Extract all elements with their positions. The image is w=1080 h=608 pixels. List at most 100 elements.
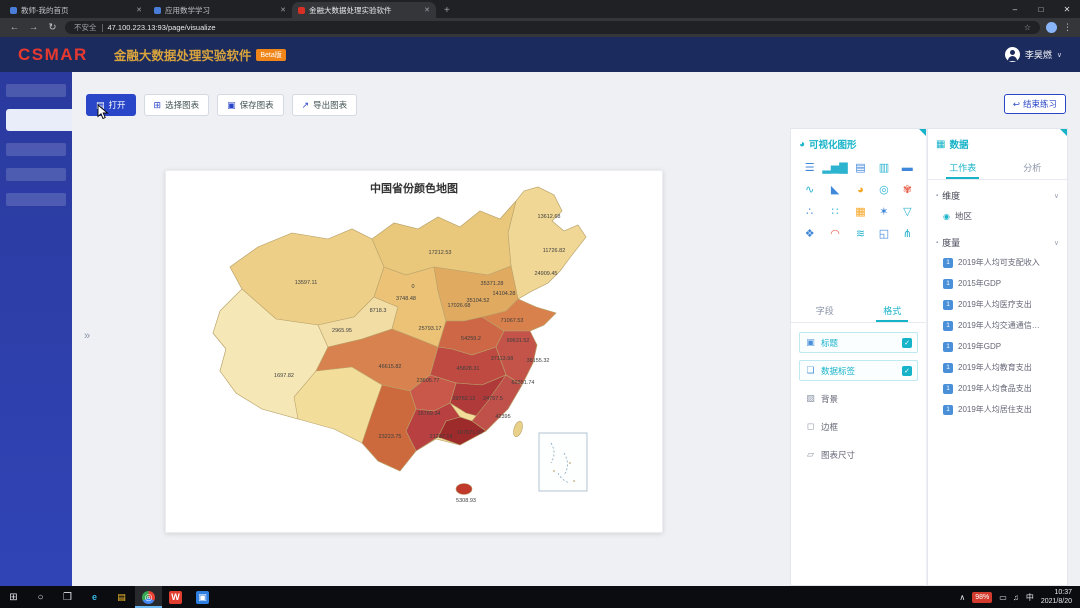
browser-menu-icon[interactable]: ⋮	[1063, 22, 1072, 33]
histogram[interactable]: ▥	[873, 160, 894, 175]
table[interactable]: ☰	[799, 160, 820, 175]
taskbar-clock[interactable]: 10:37 2021/8/20	[1041, 588, 1072, 607]
tab-close-icon[interactable]: ✕	[280, 6, 286, 14]
bookmark-star-icon[interactable]: ☆	[1024, 23, 1031, 32]
measure-section-header[interactable]: ▪ 度量 ∨	[928, 227, 1067, 252]
task-view-icon[interactable]: ❒	[54, 586, 81, 608]
sidebar-item[interactable]	[6, 193, 66, 206]
numeric-field-icon: 1	[943, 321, 953, 331]
browser-address-bar: ← → ↻ 不安全 47.100.223.13:93/page/visualiz…	[0, 18, 1080, 37]
measure-item[interactable]: 1 2019年人均食品支出	[928, 378, 1067, 399]
tab-close-icon[interactable]: ✕	[424, 6, 430, 14]
tray-icon[interactable]: ♫	[1013, 593, 1019, 602]
tray-icon[interactable]: ▭	[999, 593, 1007, 602]
sankey[interactable]: ⋔	[897, 226, 918, 241]
browser-tab[interactable]: 应用数学学习 ✕	[148, 2, 292, 18]
browser-tab[interactable]: 金融大数据处理实验软件 ✕	[292, 2, 436, 18]
viz-tab[interactable]: 格式	[859, 299, 927, 322]
bubble[interactable]: ∷	[822, 204, 847, 219]
url-field[interactable]: 不安全 47.100.223.13:93/page/visualize ☆	[65, 21, 1040, 34]
checkbox[interactable]: ✓	[902, 366, 912, 376]
stacked-bar[interactable]: ▤	[850, 160, 871, 175]
horizontal-bar[interactable]: ▬	[897, 160, 918, 175]
user-name: 李昊燃	[1025, 48, 1052, 61]
new-tab-button[interactable]: +	[444, 5, 450, 16]
sidebar-item-active[interactable]	[6, 109, 72, 131]
toolbar-button[interactable]: ⊞ 选择图表	[144, 94, 210, 116]
funnel[interactable]: ▽	[897, 204, 918, 219]
china-choropleth-map[interactable]	[166, 171, 664, 534]
chart-canvas[interactable]: 中国省份颜色地图	[165, 170, 663, 533]
format-option-row[interactable]: ▱ 图表尺寸	[799, 444, 918, 465]
search-icon[interactable]: ○	[27, 586, 54, 608]
map[interactable]: ❖	[799, 226, 820, 241]
format-option-row[interactable]: ◻ 边框	[799, 416, 918, 437]
app-icon: e	[88, 591, 101, 604]
tab-close-icon[interactable]: ✕	[136, 6, 142, 14]
docs[interactable]: ▣	[189, 586, 216, 608]
measure-item[interactable]: 1 2015年GDP	[928, 273, 1067, 294]
map-data-label: 45828.31	[457, 366, 480, 372]
checkbox[interactable]: ✓	[902, 338, 912, 348]
scatter[interactable]: ∴	[799, 204, 820, 219]
heatmap[interactable]: ▦	[850, 204, 871, 219]
chevron-down-icon[interactable]: ∨	[1054, 192, 1059, 200]
chevron-down-icon[interactable]: ∨	[1054, 239, 1059, 247]
data-tab[interactable]: 工作表	[928, 156, 998, 179]
donut[interactable]: ◎	[873, 182, 894, 197]
dimension-item[interactable]: ◉ 地区	[928, 205, 1067, 227]
edge[interactable]: e	[81, 586, 108, 608]
browser-profile-avatar[interactable]	[1046, 22, 1057, 33]
format-option-label: 背景	[821, 393, 838, 405]
finish-practice-button[interactable]: ↩ 结束练习	[1004, 94, 1066, 114]
toolbar-button[interactable]: ▤ 打开	[86, 94, 136, 116]
chrome[interactable]: ◎	[135, 586, 162, 608]
dimension-section-header[interactable]: ▪ 维度 ∨	[928, 180, 1067, 205]
measure-item[interactable]: 1 2019年GDP	[928, 336, 1067, 357]
radar[interactable]: ✶	[873, 204, 894, 219]
bar[interactable]: ▂▅▇	[822, 160, 847, 175]
measure-item[interactable]: 1 2019年人均居住支出	[928, 399, 1067, 420]
line[interactable]: ∿	[799, 182, 820, 197]
file-explorer[interactable]: ▤	[108, 586, 135, 608]
reload-button[interactable]: ↻	[46, 22, 59, 33]
measure-item[interactable]: 1 2019年人均可支配收入	[928, 252, 1067, 273]
data-tab[interactable]: 分析	[998, 156, 1068, 179]
map-data-label: 42395	[495, 414, 510, 420]
input-method-indicator[interactable]: 中	[1026, 592, 1034, 603]
pie[interactable]: ◕	[850, 182, 871, 197]
format-option-row[interactable]: ▣ 标题 ✓	[799, 332, 918, 353]
measure-item[interactable]: 1 2019年人均教育支出	[928, 357, 1067, 378]
user-menu[interactable]: 李昊燃 ∨	[1005, 47, 1062, 62]
viz-tab[interactable]: 字段	[791, 299, 859, 322]
map-data-label: 21237.14	[430, 434, 453, 440]
mouse-cursor	[97, 104, 109, 120]
start-button[interactable]: ⊞	[0, 586, 27, 608]
tray-expand-icon[interactable]: ∧	[959, 593, 965, 602]
panel-expander[interactable]: »	[84, 330, 90, 342]
minimize-button[interactable]: –	[1002, 0, 1028, 18]
sidebar-item[interactable]	[6, 84, 66, 97]
forward-button[interactable]: →	[27, 22, 40, 33]
measure-item[interactable]: 1 2019年人均医疗支出	[928, 294, 1067, 315]
format-option-row[interactable]: ❏ 数据标签 ✓	[799, 360, 918, 381]
tab-title: 金融大数据处理实验软件	[309, 5, 420, 16]
rose[interactable]: ✾	[897, 182, 918, 197]
toolbar-button[interactable]: ▣ 保存图表	[217, 94, 284, 116]
measure-item[interactable]: 1 2019年人均交通通信…	[928, 315, 1067, 336]
sidebar-item[interactable]	[6, 143, 66, 156]
browser-tab[interactable]: 教师-我的首页 ✕	[4, 2, 148, 18]
treemap[interactable]: ◱	[873, 226, 894, 241]
word-cloud[interactable]: ≋	[850, 226, 871, 241]
format-option-row[interactable]: ▨ 背景	[799, 388, 918, 409]
sidebar-item[interactable]	[6, 168, 66, 181]
toolbar-button[interactable]: ↗ 导出图表	[292, 94, 358, 116]
area[interactable]: ◣	[822, 182, 847, 197]
close-button[interactable]: ✕	[1054, 0, 1080, 18]
maximize-button[interactable]: □	[1028, 0, 1054, 18]
gauge[interactable]: ◠	[822, 226, 847, 241]
battery-indicator[interactable]: 98%	[972, 592, 992, 603]
back-button[interactable]: ←	[8, 22, 21, 33]
wps[interactable]: W	[162, 586, 189, 608]
chart-type-grid: ☰ ▂▅▇ ▤ ▥ ▬ ∿ ◣ ◕ ◎ ✾	[791, 156, 926, 245]
